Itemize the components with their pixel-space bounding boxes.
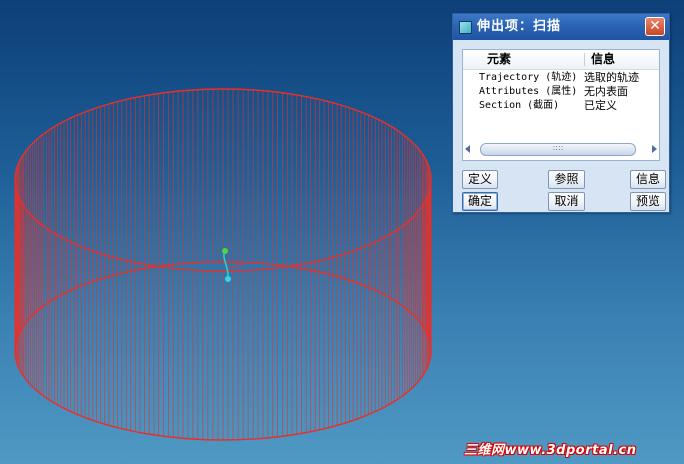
column-divider[interactable] (584, 53, 585, 66)
table-row-attributes[interactable]: Attributes (属性) 无内表面 (463, 85, 659, 99)
row-element: Attributes (属性) (479, 86, 578, 97)
site-watermark: 三维网www.3dportal.cn (464, 443, 637, 458)
horizontal-scrollbar[interactable]: :::: (465, 142, 657, 157)
row-element: Trajectory (轨迹) (479, 72, 578, 83)
close-icon[interactable]: ✕ (645, 17, 665, 36)
row-info: 已定义 (584, 99, 617, 112)
cancel-button[interactable]: 取消 (548, 192, 585, 211)
row-info: 选取的轨迹 (584, 71, 639, 84)
dialog-window-icon (459, 21, 472, 34)
coordinate-triad-icon (222, 248, 244, 282)
sweep-protrusion-dialog: 伸出项：扫描 ✕ 元素 信息 Trajectory (轨迹) 选取的轨迹 Att… (452, 13, 670, 213)
scroll-left-icon[interactable] (465, 145, 470, 153)
scroll-thumb[interactable]: :::: (480, 143, 636, 156)
define-button[interactable]: 定义 (462, 170, 498, 189)
swept-cylinder-mesh (14, 88, 432, 441)
row-element: Section (截面) (479, 100, 560, 111)
info-button[interactable]: 信息 (630, 170, 666, 189)
column-header-element[interactable]: 元素 (487, 50, 511, 69)
reference-button[interactable]: 参照 (548, 170, 585, 189)
table-row-section[interactable]: Section (截面) 已定义 (463, 99, 659, 113)
ok-button[interactable]: 确定 (462, 192, 498, 211)
dialog-title: 伸出项：扫描 (477, 19, 562, 34)
column-header-info[interactable]: 信息 (591, 50, 615, 69)
dialog-titlebar[interactable]: 伸出项：扫描 ✕ (453, 14, 669, 40)
preview-button[interactable]: 预览 (630, 192, 666, 211)
table-header: 元素 信息 (463, 50, 659, 70)
element-table: 元素 信息 Trajectory (轨迹) 选取的轨迹 Attributes (… (462, 49, 660, 161)
row-info: 无内表面 (584, 85, 628, 98)
table-row-trajectory[interactable]: Trajectory (轨迹) 选取的轨迹 (463, 71, 659, 85)
scroll-right-icon[interactable] (652, 145, 657, 153)
